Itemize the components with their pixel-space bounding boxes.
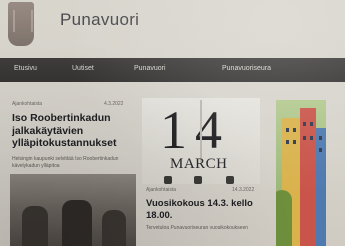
window-shape [293, 140, 296, 144]
nav-item-punavuoriseura[interactable]: Punavuoriseura [222, 65, 271, 72]
article-title[interactable]: Vuosikokous 14.3. kello 18.00. [146, 198, 266, 221]
calendar-ring [164, 176, 172, 184]
window-shape [310, 136, 313, 140]
coat-of-arms-logo[interactable] [8, 2, 34, 46]
calendar-photo[interactable]: 14 MARCH [142, 98, 260, 184]
window-shape [303, 122, 306, 126]
person-silhouette [22, 206, 48, 246]
calendar-ring [226, 176, 234, 184]
article-photo-people[interactable] [10, 174, 136, 246]
site-title[interactable]: Punavuori [60, 10, 139, 30]
building-shape [300, 108, 316, 246]
article-category[interactable]: Ajankohtaista [146, 187, 176, 193]
web-page: Punavuori Etusivu Uutiset Punavuori Puna… [0, 0, 345, 246]
calendar-day-number: 14 [160, 100, 230, 160]
article-excerpt: Tervetuloa Punavuoriseuran vuosikokoukse… [146, 225, 249, 231]
calendar-month: MARCH [170, 156, 228, 172]
window-shape [286, 128, 289, 132]
article-title[interactable]: Iso Roobertinkadun jalkakäytävien ylläpi… [12, 112, 132, 150]
nav-item-punavuori[interactable]: Punavuori [134, 65, 166, 72]
article-category[interactable]: Ajankohtaista [12, 101, 42, 107]
calendar-divider [200, 100, 202, 162]
main-navigation: Etusivu Uutiset Punavuori Punavuoriseura [0, 58, 345, 82]
building-shape [316, 128, 326, 246]
window-shape [303, 136, 306, 140]
window-shape [310, 122, 313, 126]
window-shape [319, 136, 322, 140]
window-shape [319, 148, 322, 152]
person-silhouette [102, 210, 126, 246]
window-shape [293, 128, 296, 132]
window-shape [286, 140, 289, 144]
tree-shape [276, 190, 292, 246]
article-excerpt: Helsingin kaupunki selvittää Iso Roobert… [12, 156, 119, 169]
calendar-ring [194, 176, 202, 184]
nav-item-etusivu[interactable]: Etusivu [14, 65, 37, 72]
nav-item-uutiset[interactable]: Uutiset [72, 65, 94, 72]
person-silhouette [62, 200, 92, 246]
site-header: Punavuori [0, 0, 345, 56]
article-date: 14.3.2022 [232, 187, 255, 193]
article-date: 4.3.2022 [104, 101, 124, 107]
article-illustration-buildings[interactable] [276, 100, 326, 246]
